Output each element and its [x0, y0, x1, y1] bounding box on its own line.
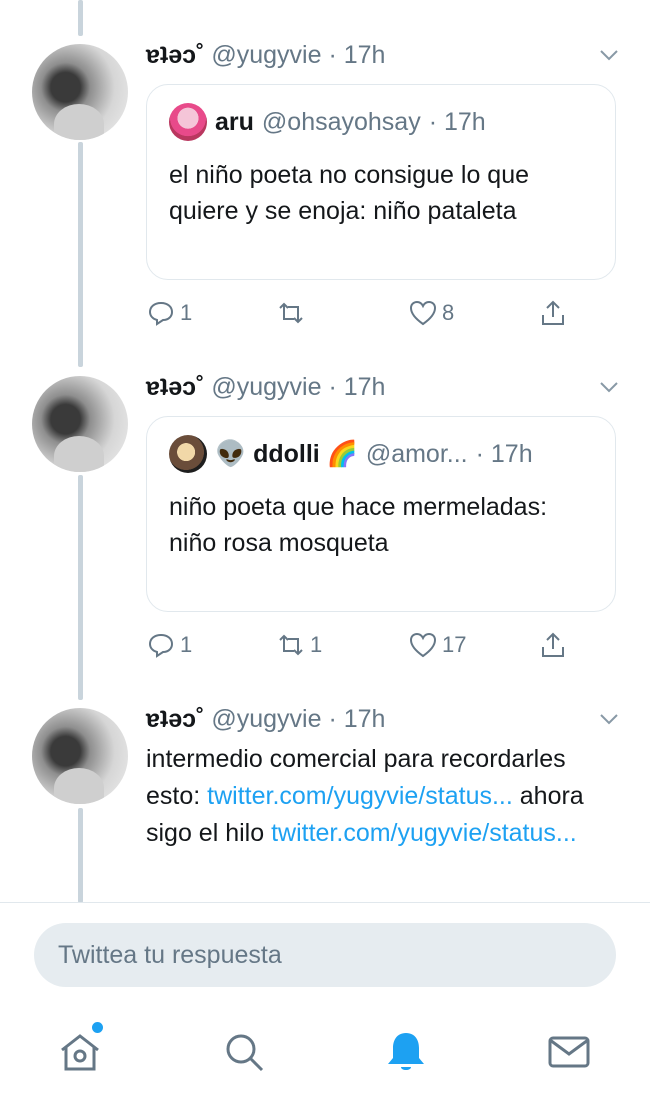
timestamp: · 17h	[328, 41, 386, 69]
tweet-link[interactable]: twitter.com/yugyvie/status...	[271, 819, 577, 847]
timestamp: · 17h	[328, 373, 386, 401]
quoted-avatar	[169, 435, 207, 473]
tweet-header: ɐʇǝɔ˚ @yugyvie · 17h	[146, 372, 385, 402]
like-count: 17	[442, 632, 467, 657]
quoted-tweet[interactable]: aru @ohsayohsay · 17h el niño poeta no c…	[146, 84, 616, 280]
tweet-2[interactable]: ɐʇǝɔ˚ @yugyvie · 17h 👽 ddolli 🌈 @amor...…	[0, 372, 650, 672]
reply-button[interactable]: 1	[146, 298, 192, 328]
quoted-avatar	[169, 103, 207, 141]
tweet-3[interactable]: ɐʇǝɔ˚ @yugyvie · 17h intermedio comercia…	[0, 704, 650, 902]
avatar[interactable]	[32, 376, 128, 472]
reply-button[interactable]: 1	[146, 630, 192, 660]
home-icon	[61, 1034, 99, 1071]
reply-count: 1	[180, 300, 193, 325]
tweet-link[interactable]: twitter.com/yugyvie/status...	[207, 782, 513, 810]
quoted-text: el niño poeta no consigue lo que quiere …	[169, 161, 530, 225]
tab-notifications[interactable]	[382, 1028, 430, 1076]
heart-icon	[409, 300, 437, 326]
avatar[interactable]	[32, 708, 128, 804]
share-icon	[542, 300, 564, 325]
share-button[interactable]	[538, 630, 568, 660]
bottom-tab-bar	[0, 1004, 650, 1101]
quoted-name: aru	[215, 108, 254, 136]
quoted-tweet[interactable]: 👽 ddolli 🌈 @amor... · 17h niño poeta que…	[146, 416, 616, 612]
handle[interactable]: @yugyvie	[211, 41, 321, 69]
avatar[interactable]	[32, 44, 128, 140]
tab-messages[interactable]	[545, 1028, 593, 1076]
handle[interactable]: @yugyvie	[211, 705, 321, 733]
tweet-header: ɐʇǝɔ˚ @yugyvie · 17h	[146, 40, 385, 70]
chevron-down-icon[interactable]	[598, 44, 620, 66]
quoted-name: 👽 ddolli 🌈	[215, 440, 358, 468]
reply-count: 1	[180, 632, 193, 657]
like-count: 8	[442, 300, 455, 325]
tweet-header: ɐʇǝɔ˚ @yugyvie · 17h	[146, 704, 385, 734]
retweet-icon	[279, 302, 303, 324]
notifications-icon	[388, 1033, 424, 1070]
retweet-count: 1	[310, 632, 323, 657]
quoted-handle: @amor...	[365, 440, 468, 468]
chevron-down-icon[interactable]	[598, 708, 620, 730]
chevron-down-icon[interactable]	[598, 376, 620, 398]
quoted-time: · 17h	[428, 108, 486, 136]
quoted-text: niño poeta que hace mermeladas: niño ros…	[169, 493, 548, 557]
reply-bar: Twittea tu respuesta	[0, 902, 650, 1003]
messages-icon	[548, 1036, 590, 1068]
tweet-1[interactable]: ɐʇǝɔ˚ @yugyvie · 17h aru @ohsayohsay · 1…	[0, 40, 650, 340]
share-button[interactable]	[538, 298, 568, 328]
tab-search[interactable]	[220, 1028, 268, 1076]
display-name[interactable]: ɐʇǝɔ˚	[146, 373, 204, 401]
handle[interactable]: @yugyvie	[211, 373, 321, 401]
tweet-actions: 1 1 17	[146, 630, 576, 664]
thread-line-top	[78, 0, 83, 36]
like-button[interactable]: 17	[408, 630, 466, 660]
heart-icon	[409, 632, 437, 658]
retweet-icon	[279, 634, 303, 656]
quoted-time: · 17h	[475, 440, 533, 468]
reply-icon	[148, 633, 174, 658]
notification-dot	[90, 1020, 105, 1035]
reply-icon	[148, 301, 174, 326]
retweet-button[interactable]	[276, 298, 310, 328]
like-button[interactable]: 8	[408, 298, 454, 328]
retweet-button[interactable]: 1	[276, 630, 322, 660]
display-name[interactable]: ɐʇǝɔ˚	[146, 41, 204, 69]
quoted-handle: @ohsayohsay	[261, 108, 421, 136]
timestamp: · 17h	[328, 705, 386, 733]
tweet-text: intermedio comercial para recordarles es…	[146, 741, 626, 852]
display-name[interactable]: ɐʇǝɔ˚	[146, 705, 204, 733]
reply-input[interactable]: Twittea tu respuesta	[34, 923, 616, 987]
search-icon	[226, 1034, 264, 1072]
tab-home[interactable]	[56, 1020, 105, 1076]
share-icon	[542, 632, 564, 657]
tweet-actions: 1 8	[146, 298, 576, 332]
